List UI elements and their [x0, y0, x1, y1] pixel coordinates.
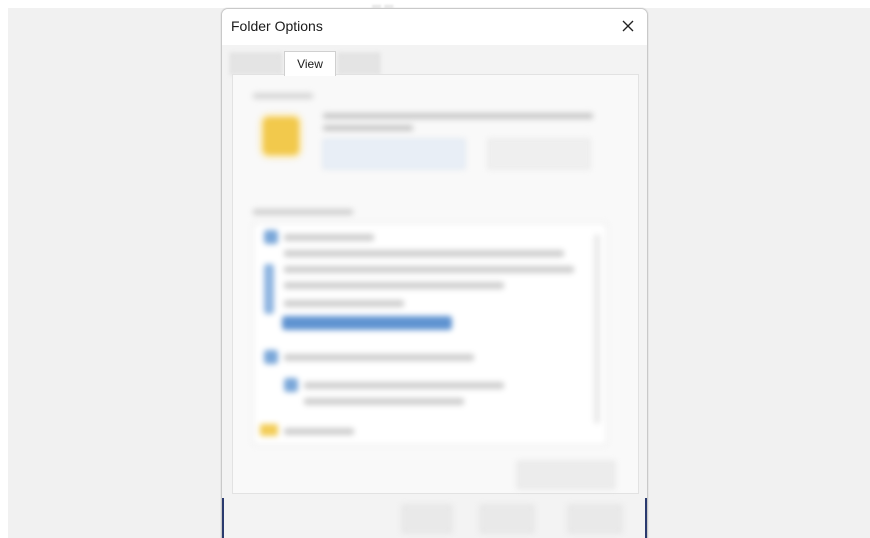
tab-strip: View	[230, 51, 640, 76]
setting-checkbox[interactable]	[264, 350, 278, 364]
setting-label	[284, 282, 504, 289]
setting-label	[284, 354, 474, 361]
dialog-title: Folder Options	[231, 18, 323, 34]
view-tab-panel	[232, 74, 639, 494]
setting-label	[284, 266, 574, 273]
folder-node-icon	[260, 424, 278, 436]
setting-label	[284, 234, 374, 241]
dialog-titlebar: Folder Options	[222, 9, 647, 45]
setting-group-bar	[264, 264, 274, 314]
setting-label	[304, 398, 464, 405]
folder-options-dialog: Folder Options View	[221, 8, 648, 538]
close-button[interactable]	[615, 13, 641, 39]
tab-general[interactable]	[230, 53, 282, 75]
advanced-settings-list[interactable]	[253, 223, 607, 445]
setting-label	[284, 428, 354, 435]
folder-views-heading	[253, 93, 313, 99]
close-icon	[622, 20, 634, 32]
folder-views-description-2	[323, 125, 413, 131]
setting-label	[304, 382, 504, 389]
panel-blurred-content	[233, 75, 638, 493]
tab-view[interactable]: View	[284, 51, 336, 76]
folder-views-description	[323, 113, 593, 119]
restore-defaults-button[interactable]	[517, 461, 615, 489]
folder-icon	[263, 117, 299, 155]
setting-radio[interactable]	[284, 378, 298, 392]
setting-checkbox[interactable]	[264, 230, 278, 244]
setting-label	[284, 300, 404, 307]
advanced-settings-heading	[253, 209, 353, 215]
apply-button[interactable]	[568, 505, 622, 533]
reset-folders-button[interactable]	[488, 139, 590, 169]
setting-label	[284, 250, 564, 257]
apply-to-folders-button[interactable]	[323, 139, 465, 169]
tab-view-label: View	[297, 57, 323, 71]
selected-setting-row[interactable]	[282, 316, 452, 330]
ok-button[interactable]	[402, 505, 452, 533]
tab-search[interactable]	[338, 53, 380, 75]
settings-scrollbar[interactable]	[594, 234, 600, 424]
background-window-title: ... ...	[372, 0, 394, 8]
cancel-button[interactable]	[480, 505, 534, 533]
